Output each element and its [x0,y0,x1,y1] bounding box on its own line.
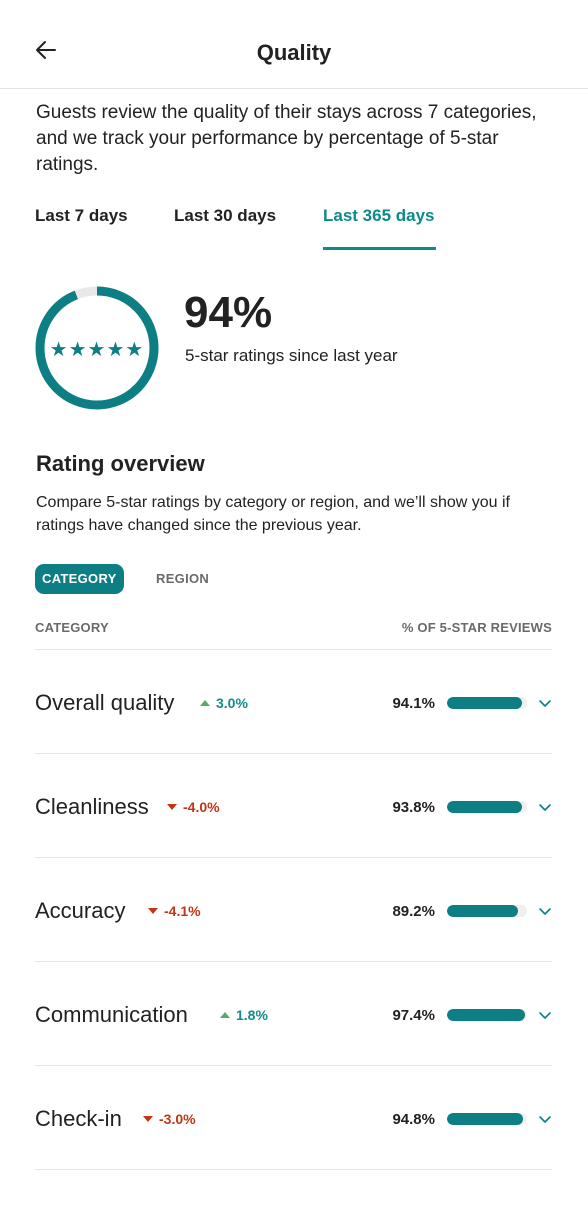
column-header-category: CATEGORY [35,620,109,635]
percent-bar [447,905,527,917]
change-indicator: -3.0% [143,1111,196,1127]
category-row-accuracy[interactable]: Accuracy -4.1% 89.2% [35,858,552,962]
triangle-down-icon [167,804,177,810]
change-value: 1.8% [236,1007,268,1023]
triangle-down-icon [143,1116,153,1122]
chevron-down-icon[interactable] [538,696,552,710]
change-indicator: 1.8% [220,1007,268,1023]
rating-overview-title: Rating overview [36,451,205,476]
category-row-cleanliness[interactable]: Cleanliness -4.0% 93.8% [35,754,552,858]
category-name: Check-in [35,1106,122,1131]
five-star-percentage: 94% [184,288,273,337]
category-row-overall-quality[interactable]: Overall quality 3.0% 94.1% [35,650,552,754]
tab-last-7-days[interactable]: Last 7 days [35,206,128,226]
category-percent: 94.8% [392,1111,435,1128]
change-value: 3.0% [216,695,248,711]
category-percent: 94.1% [392,695,435,712]
category-name: Cleanliness [35,794,149,819]
percent-bar [447,1113,527,1125]
triangle-up-icon [200,700,210,706]
change-indicator: -4.0% [167,799,220,815]
percent-bar [447,1009,527,1021]
filter-category-button[interactable]: CATEGORY [35,564,124,594]
triangle-down-icon [148,908,158,914]
category-name: Overall quality [35,690,175,715]
category-row-check-in[interactable]: Check-in -3.0% 94.8% [35,1066,552,1170]
category-rating-list: Overall quality 3.0% 94.1% Cleanliness -… [35,649,552,1170]
intro-text: Guests review the quality of their stays… [36,102,537,175]
percent-bar-fill [447,905,519,917]
change-indicator: -4.1% [148,903,201,919]
percent-bar-fill [447,1009,525,1021]
category-name: Accuracy [35,898,126,923]
tab-last-30-days[interactable]: Last 30 days [174,206,276,226]
percent-bar-fill [447,1113,523,1125]
page-title: Quality [256,40,332,65]
percent-bar [447,801,527,813]
category-percent: 93.8% [392,799,435,816]
chevron-down-icon[interactable] [538,1112,552,1126]
chevron-down-icon[interactable] [538,1008,552,1022]
percent-bar-fill [447,801,523,813]
change-value: -4.1% [164,903,201,919]
category-row-communication[interactable]: Communication 1.8% 97.4% [35,962,552,1066]
header-bar: Quality [0,0,588,89]
filter-region-button[interactable]: REGION [156,564,209,594]
five-star-icon: ★★★★★ [49,339,145,361]
column-header-percent: % OF 5-STAR REVIEWS [401,620,552,635]
category-percent: 97.4% [392,1007,435,1024]
time-range-tabs: Last 7 days Last 30 days Last 365 days [0,202,588,252]
change-value: -3.0% [159,1111,196,1127]
chevron-down-icon[interactable] [538,800,552,814]
percent-bar-fill [447,697,523,709]
chevron-down-icon[interactable] [538,904,552,918]
category-name: Communication [35,1002,188,1027]
active-tab-indicator [323,247,436,250]
triangle-up-icon [220,1012,230,1018]
change-value: -4.0% [183,799,220,815]
tab-last-365-days[interactable]: Last 365 days [323,206,435,226]
five-star-subtitle: 5-star ratings since last year [185,346,398,365]
change-indicator: 3.0% [200,695,248,711]
percent-bar [447,697,527,709]
rating-overview-description: Compare 5-star ratings by category or re… [36,494,510,534]
category-percent: 89.2% [392,903,435,920]
